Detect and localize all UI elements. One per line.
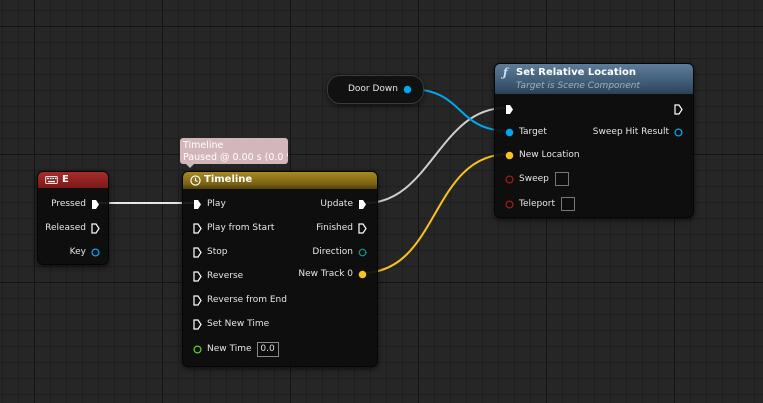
play-label: Play (207, 199, 226, 209)
keyboard-icon (45, 176, 58, 184)
door-down-object-pin[interactable] (403, 85, 412, 94)
direction-pin-row: Direction (312, 245, 367, 259)
stop-pin-row: Stop (193, 245, 227, 259)
new-location-pin-row: New Location (505, 148, 580, 162)
timeline-comment-bubble[interactable]: Timeline Paused @ 0.00 s (0.0 %) (180, 138, 288, 164)
key-e-header[interactable]: E (38, 172, 108, 188)
direction-label: Direction (312, 247, 353, 257)
sweep-label: Sweep (519, 174, 549, 184)
function-f-icon: ƒ (503, 66, 508, 79)
sweep-hit-result-pin-row: Sweep Hit Result (593, 125, 683, 139)
sweep-pin-row: Sweep (505, 172, 569, 186)
node-title: Set Relative Location (516, 67, 637, 78)
target-pin-row: Target (505, 125, 547, 139)
timeline-node[interactable]: Timeline Play Update Play from Start Fin… (182, 171, 378, 367)
reverse-label: Reverse (207, 271, 244, 281)
sweep-hit-result-struct-pin[interactable] (674, 127, 683, 137)
comment-line-1: Timeline (183, 140, 224, 151)
target-object-pin[interactable] (505, 128, 514, 137)
play-from-start-label: Play from Start (207, 223, 275, 233)
set-relative-location-node[interactable]: ƒ Set Relative Location Target is Scene … (494, 63, 694, 218)
reverse-from-end-exec-pin[interactable] (193, 294, 202, 306)
finished-exec-pin[interactable] (358, 222, 367, 234)
reverse-from-end-label: Reverse from End (207, 295, 287, 305)
sweep-hit-result-label: Sweep Hit Result (592, 127, 669, 137)
pressed-label: Pressed (51, 199, 86, 209)
set-new-time-label: Set New Time (207, 319, 270, 329)
timeline-title: Timeline (204, 174, 253, 185)
reverse-from-end-pin-row: Reverse from End (193, 293, 287, 307)
sweep-bool-pin[interactable] (505, 174, 514, 184)
set-relative-location-header[interactable]: ƒ Set Relative Location Target is Scene … (495, 64, 693, 94)
door-down-label: Door Down (347, 84, 398, 94)
exec-out-pin-row (674, 102, 683, 116)
update-pin-row: Update (320, 197, 367, 211)
reverse-exec-pin[interactable] (193, 270, 202, 282)
finished-pin-row: Finished (316, 221, 367, 235)
door-down-variable-node[interactable]: Door Down (327, 75, 424, 104)
teleport-checkbox[interactable] (561, 197, 575, 211)
door-down-output: Door Down (348, 82, 412, 96)
direction-enum-pin[interactable] (358, 248, 367, 257)
exec-in-pin[interactable] (505, 104, 514, 115)
exec-out-pin[interactable] (674, 103, 683, 115)
update-exec-pin[interactable] (358, 199, 367, 210)
new-time-pin-row: New Time 0.0 (193, 341, 279, 357)
released-exec-pin[interactable] (91, 222, 100, 234)
sweep-checkbox[interactable] (554, 172, 569, 186)
pressed-pin-row: Pressed (51, 197, 100, 211)
key-e-event-node[interactable]: E Pressed Released Key (37, 171, 109, 265)
clock-icon (190, 175, 201, 186)
timeline-header[interactable]: Timeline (183, 172, 377, 189)
released-label: Released (45, 223, 86, 233)
key-e-title: E (62, 174, 69, 185)
pressed-exec-pin[interactable] (91, 199, 100, 210)
new-track-0-label: New Track 0 (298, 269, 353, 279)
comment-line-2: Paused @ 0.00 s (0.0 %) (183, 151, 288, 163)
node-subtitle: Target is Scene Component (516, 81, 641, 91)
key-label: Key (69, 247, 86, 257)
key-pin-row: Key (70, 245, 100, 259)
blueprint-graph-canvas[interactable]: Door Down ƒ Set Relative Location Target… (0, 0, 763, 403)
new-time-label: New Time (207, 344, 252, 354)
comment-bubble-tail (186, 164, 194, 168)
new-location-vector-pin[interactable] (505, 151, 514, 160)
new-track-0-pin-row: New Track 0 (298, 267, 367, 281)
exec-in-pin-row (505, 102, 514, 116)
wire-update-to-exec[interactable] (365, 107, 506, 204)
target-label: Target (519, 127, 547, 137)
play-pin-row: Play (193, 197, 226, 211)
teleport-bool-pin[interactable] (505, 199, 514, 209)
new-location-label: New Location (519, 150, 580, 160)
key-struct-pin[interactable] (91, 247, 100, 257)
reverse-pin-row: Reverse (193, 269, 243, 283)
set-new-time-exec-pin[interactable] (193, 318, 202, 330)
play-exec-pin[interactable] (193, 199, 202, 210)
wire-newtrack-to-newlocation[interactable] (361, 153, 510, 274)
new-time-float-pin[interactable] (193, 344, 202, 354)
stop-exec-pin[interactable] (193, 246, 202, 258)
finished-label: Finished (316, 223, 353, 233)
play-from-start-pin-row: Play from Start (193, 221, 274, 235)
update-label: Update (320, 199, 353, 209)
new-track-0-vector-pin[interactable] (358, 270, 367, 279)
new-time-value-field[interactable]: 0.0 (256, 341, 279, 357)
teleport-label: Teleport (519, 199, 555, 209)
set-new-time-pin-row: Set New Time (193, 317, 269, 331)
stop-label: Stop (207, 247, 228, 257)
teleport-pin-row: Teleport (505, 197, 575, 211)
released-pin-row: Released (45, 221, 100, 235)
play-from-start-exec-pin[interactable] (193, 222, 202, 234)
